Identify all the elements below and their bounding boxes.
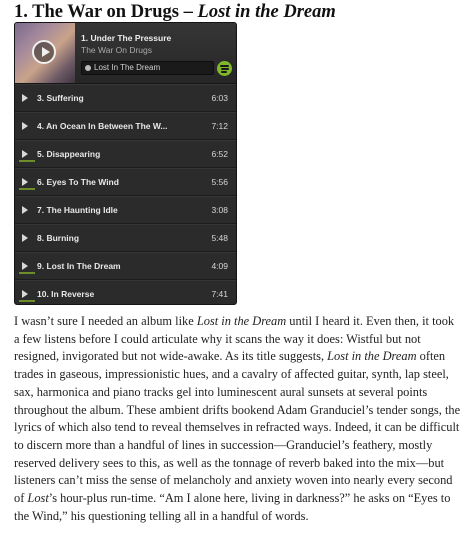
track-row[interactable]: 10. In Reverse 7:41 xyxy=(15,280,236,304)
album-cover[interactable] xyxy=(15,23,75,83)
track-duration: 7:12 xyxy=(211,121,228,131)
article-heading: 1. The War on Drugs – Lost in the Dream xyxy=(14,2,336,23)
track-row[interactable]: 6. Eyes To The Wind 5:56 xyxy=(15,168,236,196)
track-row[interactable]: 8. Burning 5:48 xyxy=(15,224,236,252)
heading-prefix: 1. The War on Drugs – xyxy=(14,2,198,22)
track-row[interactable]: 3. Suffering 6:03 xyxy=(15,84,236,112)
track-name: 4. An Ocean In Between The W... xyxy=(37,121,168,131)
now-playing-album-label: Lost In The Dream xyxy=(94,63,161,72)
track-name: 8. Burning xyxy=(37,233,80,243)
play-triangle-icon[interactable] xyxy=(22,234,28,242)
now-playing-artist[interactable]: The War On Drugs xyxy=(81,45,152,55)
track-name: 3. Suffering xyxy=(37,93,84,103)
popularity-bar xyxy=(19,300,35,302)
popularity-bar xyxy=(19,272,35,274)
track-duration: 7:41 xyxy=(211,289,228,299)
track-duration: 5:56 xyxy=(211,177,228,187)
track-duration: 5:48 xyxy=(211,233,228,243)
body-segment: I wasn’t sure I needed an album like xyxy=(14,314,197,328)
track-row[interactable]: 5. Disappearing 6:52 xyxy=(15,140,236,168)
track-list: 3. Suffering 6:03 4. An Ocean In Between T… xyxy=(15,84,236,304)
track-duration: 4:09 xyxy=(211,261,228,271)
track-duration: 6:52 xyxy=(211,149,228,159)
now-playing-title: 1. Under The Pressure xyxy=(81,33,172,43)
play-triangle-icon[interactable] xyxy=(22,178,28,186)
play-triangle-icon[interactable] xyxy=(22,122,28,130)
heading-album: Lost in the Dream xyxy=(197,2,336,22)
article-paragraph: I wasn’t sure I needed an album like Los… xyxy=(14,313,462,525)
play-icon[interactable] xyxy=(32,40,56,64)
play-triangle-icon[interactable] xyxy=(22,290,28,298)
body-segment: ’s hour-plus run-time. “Am I alone here,… xyxy=(14,491,451,523)
play-triangle-icon[interactable] xyxy=(22,150,28,158)
album-title-italic: Lost in the Dream xyxy=(327,349,417,364)
track-name: 5. Disappearing xyxy=(37,149,101,159)
track-name: 7. The Haunting Idle xyxy=(37,205,118,215)
track-name: 6. Eyes To The Wind xyxy=(37,177,119,187)
album-dot-icon xyxy=(85,65,91,71)
body-segment: often trades in gaseous, impressionistic… xyxy=(14,349,461,506)
popularity-bar xyxy=(19,160,35,162)
now-playing-bar: 1. Under The Pressure The War On Drugs L… xyxy=(15,23,236,84)
album-title-italic: Lost xyxy=(27,491,49,506)
spotify-player: 1. Under The Pressure The War On Drugs L… xyxy=(14,22,237,305)
track-name: 10. In Reverse xyxy=(37,289,95,299)
spotify-logo-icon[interactable] xyxy=(217,61,232,76)
track-duration: 3:08 xyxy=(211,205,228,215)
album-title-italic: Lost in the Dream xyxy=(196,314,287,328)
track-row[interactable]: 4. An Ocean In Between The W... 7:12 xyxy=(15,112,236,140)
article-body: I wasn’t sure I needed an album like Los… xyxy=(14,313,462,525)
play-triangle-icon[interactable] xyxy=(22,206,28,214)
track-row[interactable]: 9. Lost In The Dream 4:09 xyxy=(15,252,236,280)
now-playing-album[interactable]: Lost In The Dream xyxy=(81,61,214,75)
play-triangle-icon[interactable] xyxy=(22,94,28,102)
track-row[interactable]: 7. The Haunting Idle 3:08 xyxy=(15,196,236,224)
play-triangle-icon[interactable] xyxy=(22,262,28,270)
track-name: 9. Lost In The Dream xyxy=(37,261,121,271)
track-duration: 6:03 xyxy=(211,93,228,103)
popularity-bar xyxy=(19,188,35,190)
